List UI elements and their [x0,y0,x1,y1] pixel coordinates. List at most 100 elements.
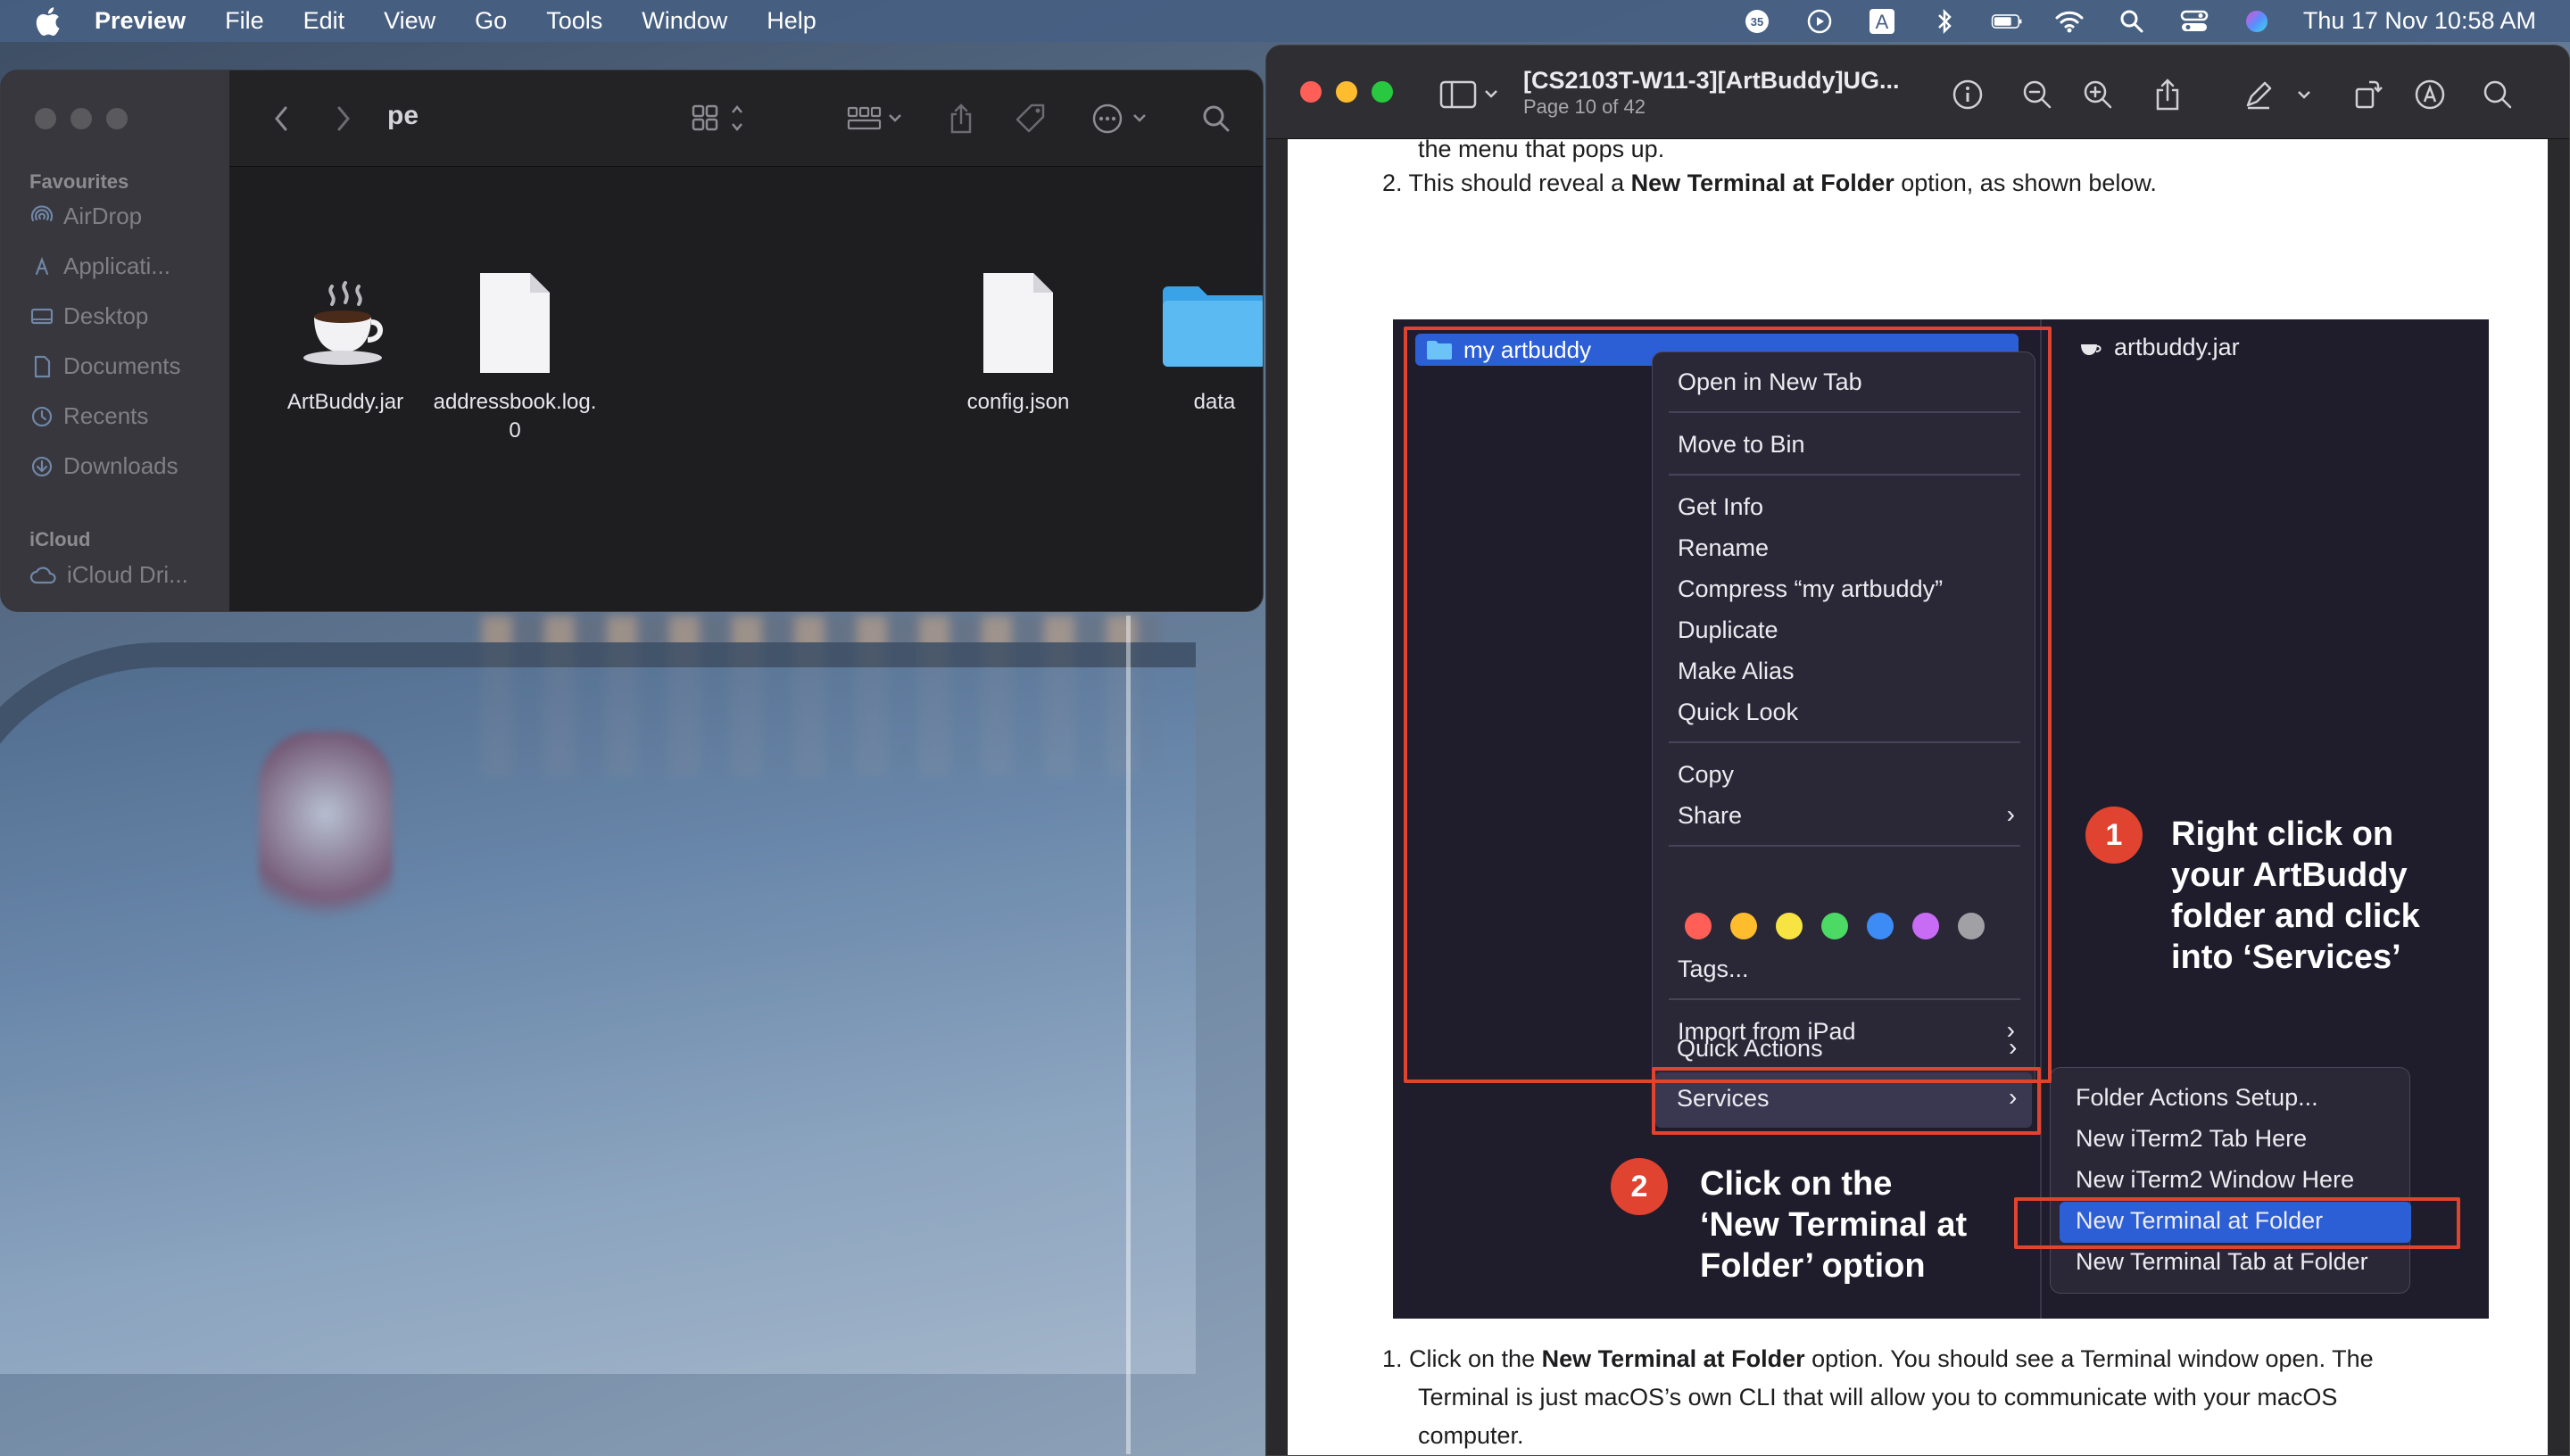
sidebar-item-recents[interactable]: Recents [29,402,148,430]
minimize-button[interactable] [70,108,92,129]
window-controls [35,108,128,129]
sidebar-toggle-button[interactable] [1436,75,1507,114]
group-icon [847,106,901,130]
minimize-button[interactable] [1336,81,1357,103]
info-icon [1952,79,1983,110]
finder-sidebar: Favourites AirDrop Applicati... Desktop … [1,70,229,611]
close-button[interactable] [35,108,56,129]
doc-step-1-suffix: option. You should see a Terminal window… [1804,1345,2374,1372]
wallpaper-reflection-line [1126,616,1131,1454]
finder-path-title: pe [387,101,419,130]
submenu-item-new-iterm2-tab: New iTerm2 Tab Here [2076,1125,2308,1152]
share-icon [2156,79,2179,111]
finder-file-grid: ArtBuddy.jar addressbook.log. 0 config.j… [229,167,1263,611]
file-item[interactable]: ArtBuddy.jar [261,265,430,417]
doc-step-2-prefix: 2. This should reveal a [1382,170,1631,196]
annotate-button[interactable] [2410,75,2450,114]
cloud-icon [29,566,56,583]
document-scrollbar[interactable] [2548,139,2569,1455]
back-button[interactable] [265,101,297,136]
window-controls [1300,81,1393,103]
step-1-callout-line: into ‘Services’ [2171,939,2401,976]
menu-clock[interactable]: Thu 17 Nov 10:58 AM [2303,7,2536,35]
markup-button[interactable] [2239,75,2278,114]
step-2-callout-line: ‘New Terminal at [1700,1206,1968,1244]
bluetooth-icon[interactable] [1928,8,1961,35]
sidebar-item-airdrop[interactable]: AirDrop [29,203,142,230]
share-button[interactable] [943,101,979,136]
page-indicator: Page 10 of 42 [1523,95,1646,118]
step-1-marker: 1 [2085,807,2143,864]
finder-window: Favourites AirDrop Applicati... Desktop … [0,70,1264,612]
sidebar-item-label: Downloads [63,452,178,479]
play-icon[interactable] [1803,8,1836,35]
grid-view-icon [692,104,742,131]
wifi-icon[interactable] [2053,8,2085,35]
zoom-button[interactable] [106,108,128,129]
group-button[interactable] [845,101,908,136]
info-button[interactable] [1948,75,1987,114]
share-button[interactable] [2148,75,2187,114]
menu-view[interactable]: View [384,7,435,35]
zoom-out-button[interactable] [2018,75,2057,114]
preview-toolbar: [CS2103T-W11-3][ArtBuddy]UG... Page 10 o… [1266,46,2569,139]
zoom-button[interactable] [1372,81,1393,103]
spotlight-search-icon[interactable] [2116,8,2148,35]
menu-edit[interactable]: Edit [303,7,345,35]
markup-options-button[interactable] [2291,75,2317,114]
services-submenu: Folder Actions Setup... New iTerm2 Tab H… [2050,1067,2411,1294]
jar-file-label: artbuddy.jar [2114,334,2240,360]
sidebar-item-label: iCloud Dri... [67,561,188,588]
file-name: addressbook.log. 0 [433,390,597,443]
apple-icon[interactable] [34,6,61,37]
submenu-item-new-iterm2-window: New iTerm2 Window Here [2076,1166,2355,1193]
sidebar-heading-favourites: Favourites [29,170,129,193]
menu-window[interactable]: Window [642,7,727,35]
zoom-out-icon [2023,80,2052,109]
forward-button[interactable] [327,101,360,136]
rotate-button[interactable] [2348,75,2387,114]
sidebar-item-desktop[interactable]: Desktop [29,302,148,330]
doc-step-2-suffix: option, as shown below. [1894,170,2157,196]
step-2-callout: Click on the ‘New Terminal at Folder’ op… [1700,1163,1967,1286]
highlight-box-folder-area [1404,327,2052,1083]
notification-badge-icon[interactable]: 35 [1741,8,1773,35]
highlight-box-new-terminal [2014,1197,2460,1249]
document-page[interactable]: the menu that pops up. 2. This should re… [1288,136,2549,1455]
document-icon [933,265,1103,381]
zoom-in-button[interactable] [2078,75,2118,114]
sidebar-item-downloads[interactable]: Downloads [29,452,178,480]
step-1-callout-line: your ArtBuddy [2171,856,2408,894]
tag-button[interactable] [1011,101,1050,136]
submenu-item-new-terminal-tab-at-folder: New Terminal Tab at Folder [2076,1248,2368,1275]
chevron-right-icon [337,106,350,131]
battery-icon[interactable] [1991,8,2023,35]
status-badge: 35 [1751,15,1763,29]
zoom-in-icon [2084,80,2112,109]
menu-tools[interactable]: Tools [546,7,602,35]
sidebar-item-applications[interactable]: Applicati... [29,252,170,280]
sidebar-item-icloud-drive[interactable]: iCloud Dri... [29,561,188,589]
tag-icon [1016,103,1045,133]
file-item[interactable]: addressbook.log. 0 [430,265,600,445]
finder-toolbar: pe [229,70,1263,167]
menu-help[interactable]: Help [767,7,817,35]
menu-file[interactable]: File [225,7,264,35]
sidebar-item-documents[interactable]: Documents [29,352,181,380]
more-actions-button[interactable] [1090,101,1156,136]
siri-icon[interactable] [2241,8,2273,35]
search-button[interactable] [1198,101,1234,136]
view-mode-button[interactable] [690,101,752,136]
document-icon [34,355,51,377]
control-center-icon[interactable] [2178,8,2210,35]
close-button[interactable] [1300,81,1322,103]
doc-step-1-bold: New Terminal at Folder [1541,1345,1805,1372]
menu-go[interactable]: Go [475,7,507,35]
input-source-icon[interactable]: A [1866,8,1898,35]
clock-icon [31,406,53,426]
rotate-icon [2355,80,2383,109]
file-item[interactable]: pr [1241,265,1263,417]
search-button[interactable] [2478,75,2517,114]
menu-app-name[interactable]: Preview [95,7,186,35]
file-item[interactable]: config.json [933,265,1103,417]
